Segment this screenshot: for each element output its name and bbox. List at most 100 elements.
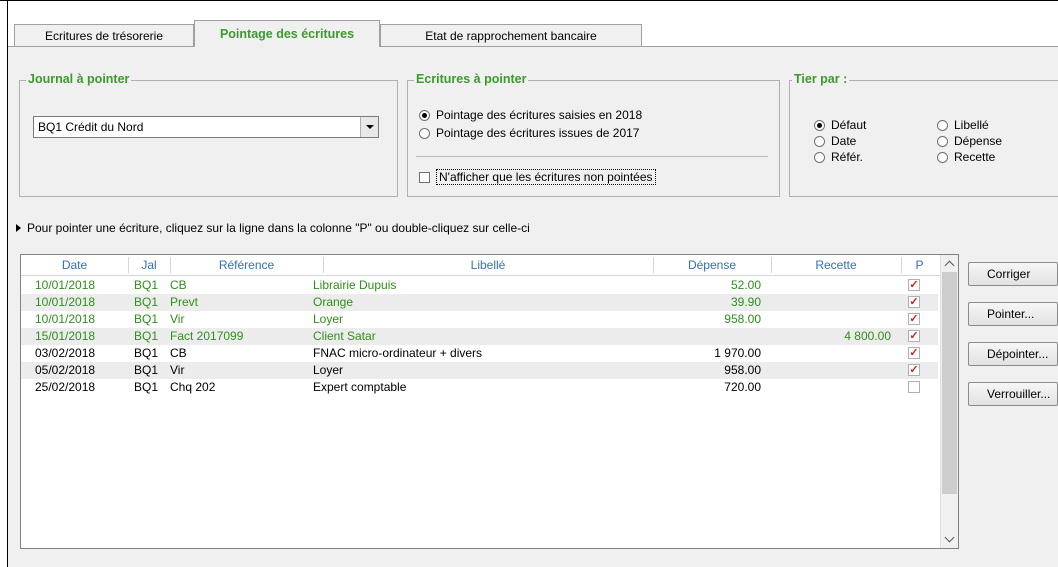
tri-group-legend: Tier par : [792,72,850,86]
corriger-button[interactable]: Corriger [968,262,1058,286]
radio-tri-recette[interactable]: Recette [937,150,995,164]
radio-button[interactable] [937,151,948,163]
vertical-scrollbar[interactable] [940,255,958,548]
tab-etat-rapprochement[interactable]: Etat de rapprochement bancaire [380,24,642,46]
cell-libelle: Librairie Dupuis [313,278,397,292]
radio-button[interactable] [937,135,948,147]
cell-depense: 39.90 [730,295,761,309]
radio-tri-date[interactable]: Date [814,134,856,148]
journal-group: Journal à pointer BQ1 Crédit du Nord [19,72,398,197]
table-header: Date Jal Référence Libellé Dépense Recet… [21,255,940,276]
cell-ref: Prevt [170,295,199,309]
radio-button[interactable] [419,109,430,121]
cell-jal: BQ1 [134,329,159,343]
checkbox-label: N'afficher que les écritures non pointée… [436,169,656,185]
cell-recette [771,379,891,396]
cell-libelle: Client Satar [313,329,376,343]
radio-tri-libelle[interactable]: Libellé [937,118,989,132]
radio-button[interactable] [419,127,430,139]
journal-select[interactable]: BQ1 Crédit du Nord [33,116,379,138]
tab-pointage-ecritures[interactable]: Pointage des écritures [194,20,380,47]
cell-date: 15/01/2018 [35,329,96,343]
table-row[interactable]: 05/02/2018 BQ1 Vir Loyer 958.00 ✓ [21,362,938,379]
cell-recette: 4 800.00 [844,329,891,343]
tri-group: Tier par : Défaut Date Référ. Libellé Dé… [789,72,1058,197]
pointed-checkbox[interactable]: ✓ [908,279,920,291]
radio-saisies-2018[interactable]: Pointage des écritures saisies en 2018 [419,108,642,122]
chevron-down-icon [944,532,955,543]
radio-issues-2017[interactable]: Pointage des écritures issues de 2017 [419,126,639,140]
scroll-up-button[interactable] [941,255,958,272]
cell-recette [771,362,891,379]
scrollbar-thumb[interactable] [942,272,957,494]
radio-tri-defaut[interactable]: Défaut [814,118,866,132]
cell-date: 03/02/2018 [35,346,96,360]
journal-select-value: BQ1 Crédit du Nord [38,120,144,134]
cell-ref: Vir [170,363,185,377]
radio-tri-reference[interactable]: Référ. [814,150,863,164]
radio-label: Défaut [831,118,867,132]
pointed-checkbox[interactable]: ✓ [908,296,920,308]
radio-button[interactable] [937,119,948,131]
journal-select-dropdown[interactable] [360,117,378,137]
depointer-button[interactable]: Dépointer... [968,342,1058,366]
journal-group-legend: Journal à pointer [26,72,132,86]
table-row[interactable]: 15/01/2018 BQ1 Fact 2017099 Client Satar 4 8… [21,328,938,345]
radio-label: Pointage des écritures issues de 2017 [436,126,640,140]
cell-libelle: FNAC micro-ordinateur + divers [313,346,483,360]
cell-libelle: Orange [313,295,354,309]
column-header-libelle[interactable]: Libellé [323,255,653,275]
pointed-checkbox[interactable]: ✓ [908,347,920,359]
column-header-jal[interactable]: Jal [128,255,170,275]
cell-jal: BQ1 [134,295,159,309]
tab-ecritures-tresorerie[interactable]: Ecritures de trésorerie [14,24,194,46]
radio-button[interactable] [814,151,825,163]
cell-libelle: Loyer [313,312,344,326]
pointed-checkbox[interactable]: ✓ [908,313,920,325]
table-row[interactable]: 03/02/2018 BQ1 CB FNAC micro-ordinateur + d… [21,345,938,362]
ecritures-table[interactable]: Date Jal Référence Libellé Dépense Recet… [20,254,959,549]
radio-label: Référ. [831,150,864,164]
column-header-reference[interactable]: Référence [170,255,323,275]
instruction-hint: Pour pointer une écriture, cliquez sur l… [16,221,530,235]
scroll-down-button[interactable] [941,531,958,548]
radio-tri-depense[interactable]: Dépense [937,134,1002,148]
cell-depense: 1 970.00 [714,346,761,360]
cell-depense: 958.00 [724,312,761,326]
separator [416,156,768,157]
cell-recette [771,345,891,362]
cell-date: 05/02/2018 [35,363,96,377]
column-header-recette[interactable]: Recette [771,255,901,275]
table-row[interactable]: 10/01/2018 BQ1 Prevt Orange 39.90 ✓ [21,294,938,311]
button-label: Corriger [987,267,1031,281]
radio-label: Pointage des écritures saisies en 2018 [436,108,643,122]
ecritures-group: Ecritures à pointer Pointage des écritur… [407,72,780,197]
cell-date: 25/02/2018 [35,380,96,394]
button-label: Pointer... [987,307,1035,321]
pointed-checkbox[interactable]: ✓ [908,364,920,376]
checkbox-non-pointees[interactable]: N'afficher que les écritures non pointée… [419,169,656,185]
cell-jal: BQ1 [134,312,159,326]
cell-jal: BQ1 [134,346,159,360]
cell-recette [771,277,891,294]
column-header-date[interactable]: Date [21,255,128,275]
cell-ref: CB [170,278,187,292]
pointer-button[interactable]: Pointer... [968,302,1058,326]
radio-label: Recette [954,150,996,164]
column-header-p[interactable]: P [901,255,938,275]
radio-label: Date [831,134,857,148]
window: Ecritures de trésorerie Pointage des écr… [0,0,1058,567]
pointed-checkbox[interactable]: ✓ [908,330,920,342]
verrouiller-button[interactable]: Verrouiller... [968,382,1058,406]
button-label: Verrouiller... [987,387,1051,401]
cell-jal: BQ1 [134,363,159,377]
table-row[interactable]: 25/02/2018 BQ1 Chq 202 Expert comptable 720.… [21,379,938,396]
table-row[interactable]: 10/01/2018 BQ1 CB Librairie Dupuis 52.00 ✓ [21,277,938,294]
pointed-checkbox[interactable] [908,381,920,393]
checkbox[interactable] [419,171,430,183]
table-row[interactable]: 10/01/2018 BQ1 Vir Loyer 958.00 ✓ [21,311,938,328]
radio-button[interactable] [814,119,825,131]
column-header-depense[interactable]: Dépense [653,255,771,275]
radio-button[interactable] [814,135,825,147]
cell-libelle: Loyer [313,363,344,377]
